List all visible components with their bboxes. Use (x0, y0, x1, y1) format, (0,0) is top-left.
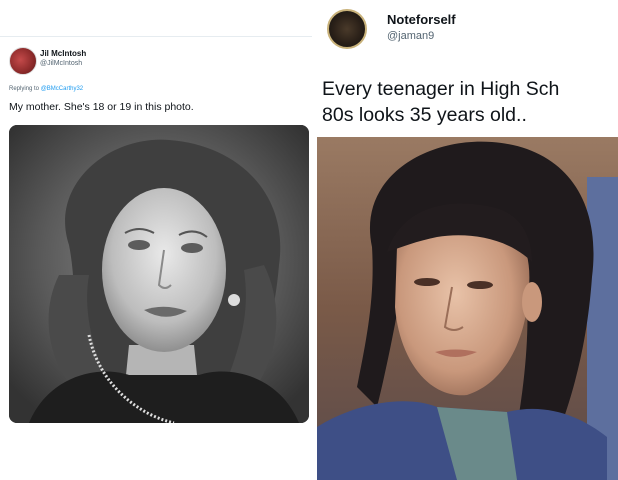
tweet-photo[interactable] (317, 137, 618, 480)
tweet-text-line-2: 80s looks 35 years old.. (322, 104, 527, 126)
portrait-photo (9, 125, 309, 423)
author-name[interactable]: Jil McIntosh (40, 49, 86, 58)
avatar[interactable] (327, 9, 367, 49)
tweet-text: Every teenager in High Sch 80s looks 35 … (322, 76, 618, 128)
teen-photo (317, 137, 618, 480)
author-handle[interactable]: @JilMcIntosh (40, 60, 82, 67)
right-tweet: Noteforself @jaman9 Every teenager in Hi… (312, 0, 618, 480)
author-name[interactable]: Noteforself (387, 12, 456, 27)
reply-prefix: Replying to (9, 86, 41, 92)
tweet-text: My mother. She's 18 or 19 in this photo. (9, 101, 194, 113)
author-handle[interactable]: @jaman9 (387, 30, 434, 42)
left-tweet: Jil McIntosh @JilMcIntosh Replying to @B… (0, 0, 312, 480)
reply-mention-link[interactable]: @BMcCarthy32 (41, 86, 83, 92)
divider (0, 36, 312, 37)
reply-context: Replying to @BMcCarthy32 (9, 86, 83, 92)
tweet-photo[interactable] (9, 125, 309, 423)
tweet-text-line-1: Every teenager in High Sch (322, 78, 560, 100)
avatar[interactable] (9, 47, 37, 75)
